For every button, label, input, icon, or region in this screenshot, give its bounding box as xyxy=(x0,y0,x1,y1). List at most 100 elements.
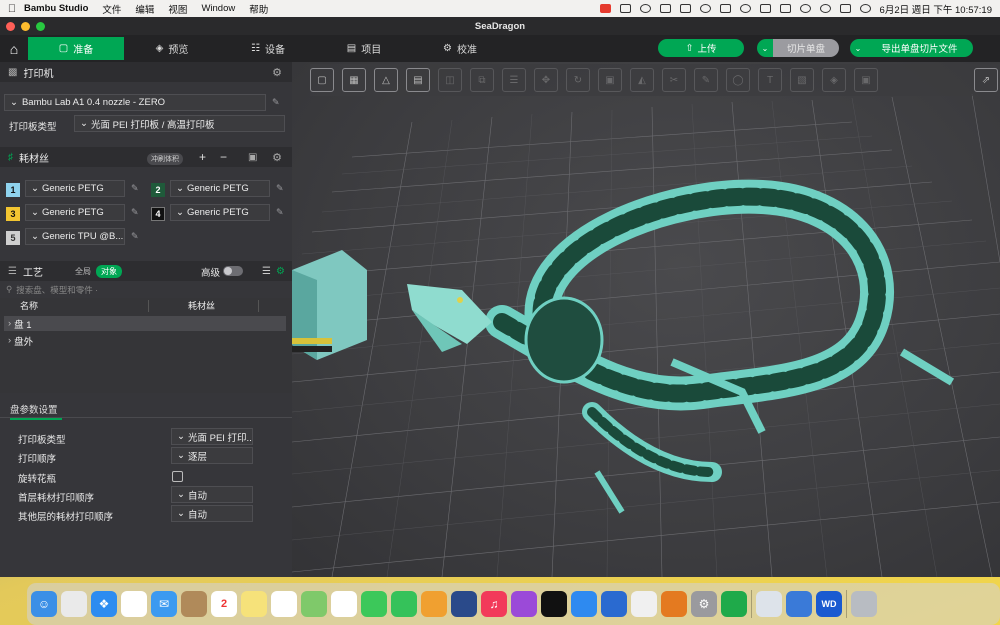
filament-slot-2-select[interactable]: ⌄ Generic PETG xyxy=(170,180,270,197)
global-object-toggle[interactable]: 全局 对象 xyxy=(70,265,122,278)
slice-plate-button[interactable]: 切片单盘 xyxy=(773,39,839,57)
slice-dropdown-chevron-icon[interactable]: ⌄ xyxy=(757,39,773,57)
input-source-icon[interactable] xyxy=(779,4,791,13)
finder-icon[interactable]: ☺ xyxy=(31,591,57,617)
edit-filament-3-icon[interactable]: ✎ xyxy=(131,207,139,218)
airdrop-icon[interactable] xyxy=(739,4,751,13)
safari-icon[interactable]: ❖ xyxy=(91,591,117,617)
mail-icon[interactable]: ✉ xyxy=(151,591,177,617)
reminders-icon[interactable] xyxy=(271,591,297,617)
keynote-icon[interactable] xyxy=(451,591,477,617)
flush-volume-button[interactable]: 冲刷体积 xyxy=(147,153,183,165)
filament-slot-3-color[interactable]: 3 xyxy=(6,207,20,221)
menu-edit[interactable]: 编辑 xyxy=(135,2,154,16)
auto-orient-icon[interactable]: △ xyxy=(374,68,398,92)
photos-icon[interactable] xyxy=(331,591,357,617)
move-icon[interactable]: ✥ xyxy=(534,68,558,92)
chevron-right-icon[interactable]: › xyxy=(8,335,11,346)
trash-icon[interactable] xyxy=(851,591,877,617)
filament-slot-2-color[interactable]: 2 xyxy=(151,183,165,197)
filament-slot-1-color[interactable]: 1 xyxy=(6,183,20,197)
scale-icon[interactable]: ▣ xyxy=(598,68,622,92)
edit-filament-5-icon[interactable]: ✎ xyxy=(131,231,139,242)
system-settings-icon[interactable]: ⚙ xyxy=(691,591,717,617)
remove-filament-icon[interactable]: − xyxy=(220,150,227,164)
table-row[interactable]: › 盘外 xyxy=(4,333,286,348)
tab-calibrate[interactable]: ⚙ 校准 xyxy=(412,37,508,60)
apple-menu-icon[interactable]:  xyxy=(0,3,24,15)
add-plate-icon[interactable]: ▦ xyxy=(342,68,366,92)
xcode-icon[interactable] xyxy=(786,591,812,617)
lay-on-face-icon[interactable]: ◭ xyxy=(630,68,654,92)
export-plate-button[interactable]: 导出单盘切片文件 xyxy=(866,39,973,57)
maps-icon[interactable] xyxy=(301,591,327,617)
bluetooth-icon[interactable] xyxy=(679,4,691,13)
setting-print-sequence-select[interactable]: ⌄ 逐层 xyxy=(171,447,253,464)
tab-preview[interactable]: ◈ 预览 xyxy=(124,37,220,60)
facetime-icon[interactable] xyxy=(391,591,417,617)
filament-slot-4-color[interactable]: 4 xyxy=(151,207,165,221)
filament-slot-5-select[interactable]: ⌄ Generic TPU @B... xyxy=(25,228,125,245)
table-row[interactable]: › 盘 1 xyxy=(4,316,286,331)
sync-filament-icon[interactable]: ▣ xyxy=(248,152,257,163)
layers-object-icon[interactable]: ☰ xyxy=(502,68,526,92)
add-object-icon[interactable]: ▢ xyxy=(310,68,334,92)
numbers-icon[interactable] xyxy=(721,591,747,617)
freeform-icon[interactable] xyxy=(601,591,627,617)
arrange-icon[interactable]: ▤ xyxy=(406,68,430,92)
setting-first-layer-order-select[interactable]: ⌄ 自动 xyxy=(171,486,253,503)
menu-help[interactable]: 帮助 xyxy=(249,2,268,16)
printer-settings-gear-icon[interactable]: ⚙ xyxy=(272,66,282,79)
tab-project[interactable]: ▤ 项目 xyxy=(316,37,412,60)
add-filament-icon[interactable]: + xyxy=(199,150,206,164)
assembly-view-icon[interactable]: ⇗ xyxy=(974,68,998,92)
status-app-icon[interactable] xyxy=(599,4,611,13)
filament-slot-1-select[interactable]: ⌄ Generic PETG xyxy=(25,180,125,197)
spotlight-icon[interactable] xyxy=(819,4,831,13)
list-view-icon[interactable]: ☰ xyxy=(262,266,271,277)
menu-window[interactable]: Window xyxy=(201,3,235,14)
apple-tv-icon[interactable] xyxy=(541,591,567,617)
plate-type-select[interactable]: ⌄ 光面 PEI 打印板 / 高温打印板 xyxy=(74,115,285,132)
time-machine-icon[interactable] xyxy=(699,4,711,13)
printer-select[interactable]: ⌄ Bambu Lab A1 0.4 nozzle - ZERO xyxy=(4,94,266,111)
split-icon[interactable]: ◫ xyxy=(438,68,462,92)
account-icon[interactable] xyxy=(639,4,651,13)
wd-drive-icon[interactable]: WD xyxy=(816,591,842,617)
edit-filament-4-icon[interactable]: ✎ xyxy=(276,207,284,218)
support-paint-icon[interactable]: ✎ xyxy=(694,68,718,92)
contacts-icon[interactable] xyxy=(181,591,207,617)
display-icon[interactable] xyxy=(619,4,631,13)
seam-paint-icon[interactable]: ◯ xyxy=(726,68,750,92)
siri-icon[interactable] xyxy=(859,4,871,13)
app-store-icon[interactable] xyxy=(571,591,597,617)
text-tool-icon[interactable]: T xyxy=(758,68,782,92)
settings-compare-icon[interactable]: ⚙ xyxy=(276,266,285,277)
object-option[interactable]: 对象 xyxy=(96,265,122,278)
filament-settings-gear-icon[interactable]: ⚙ xyxy=(272,151,282,164)
control-center-icon[interactable] xyxy=(839,4,851,13)
blender-icon[interactable] xyxy=(661,591,687,617)
messages-icon[interactable] xyxy=(361,591,387,617)
edit-filament-2-icon[interactable]: ✎ xyxy=(276,183,284,194)
menu-view[interactable]: 视图 xyxy=(168,2,187,16)
user-icon[interactable] xyxy=(799,4,811,13)
cut-icon[interactable]: ✂ xyxy=(662,68,686,92)
wifi-icon[interactable] xyxy=(759,4,771,13)
search-bar[interactable]: ⚲ 搜索盘、模型和零件 · xyxy=(6,283,286,296)
calendar-icon[interactable]: 2 xyxy=(211,591,237,617)
tab-prepare[interactable]: ▢ 准备 xyxy=(28,37,124,60)
menu-clock[interactable]: 6月2日 週日 下午 10:57:19 xyxy=(880,2,992,16)
copy-icon[interactable]: ⧉ xyxy=(470,68,494,92)
rotate-icon[interactable]: ↻ xyxy=(566,68,590,92)
battery-icon[interactable] xyxy=(719,4,731,13)
chrome-icon[interactable] xyxy=(121,591,147,617)
tab-device[interactable]: ☷ 设备 xyxy=(220,37,316,60)
filament-slot-3-select[interactable]: ⌄ Generic PETG xyxy=(25,204,125,221)
podcasts-icon[interactable] xyxy=(511,591,537,617)
assembly-icon[interactable]: ▣ xyxy=(854,68,878,92)
column-filament-header[interactable]: 耗材丝 xyxy=(188,298,215,313)
menu-app-name[interactable]: Bambu Studio xyxy=(24,3,88,14)
filament-slot-4-select[interactable]: ⌄ Generic PETG xyxy=(170,204,270,221)
filament-slot-5-color[interactable]: 5 xyxy=(6,231,20,245)
